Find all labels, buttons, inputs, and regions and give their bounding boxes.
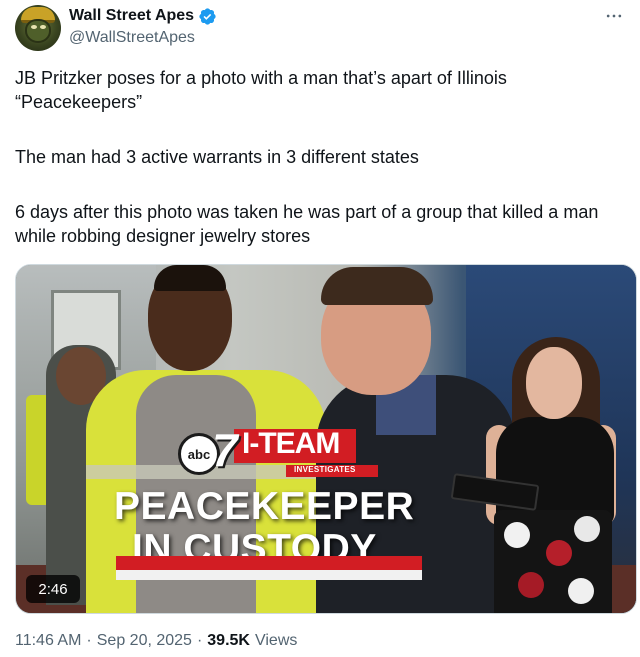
- tweet-meta: 11:46 AM · Sep 20, 2025 · 39.5K Views: [15, 632, 297, 650]
- headline-line-1: PEACEKEEPER: [114, 485, 415, 528]
- tweet-text: JB Pritzker poses for a photo with a man…: [15, 66, 625, 248]
- ticker-bar: [116, 556, 422, 570]
- display-name[interactable]: Wall Street Apes: [69, 7, 194, 25]
- video-duration: 2:46: [26, 575, 80, 603]
- channel-number: 7: [212, 424, 238, 476]
- author-block: Wall Street Apes @WallStreetApes: [69, 6, 217, 47]
- news-lower-third: abc 7 I-TEAM INVESTIGATES PEACEKEEPER IN…: [114, 423, 444, 573]
- timestamp-date[interactable]: Sep 20, 2025: [97, 632, 192, 650]
- handle[interactable]: @WallStreetApes: [69, 29, 217, 47]
- avatar-ape-face: [25, 19, 51, 43]
- verified-badge-icon[interactable]: [198, 7, 217, 26]
- avatar[interactable]: [15, 5, 61, 51]
- views-count: 39.5K: [207, 632, 250, 649]
- segment-title: I-TEAM: [242, 427, 340, 460]
- meta-separator: ·: [86, 632, 92, 649]
- video-player[interactable]: abc 7 I-TEAM INVESTIGATES PEACEKEEPER IN…: [15, 264, 637, 614]
- tweet-paragraph: The man had 3 active warrants in 3 diffe…: [15, 147, 419, 167]
- segment-subtitle: INVESTIGATES: [294, 465, 356, 474]
- timestamp-time[interactable]: 11:46 AM: [15, 632, 81, 650]
- views-label: Views: [254, 632, 298, 649]
- tweet-paragraph: JB Pritzker poses for a photo with a man…: [15, 68, 507, 112]
- meta-separator: ·: [196, 632, 203, 649]
- more-horizontal-icon[interactable]: [600, 6, 628, 26]
- tweet-paragraph: 6 days after this photo was taken he was…: [15, 202, 599, 246]
- tweet: Wall Street Apes @WallStreetApes JB Prit…: [0, 0, 640, 657]
